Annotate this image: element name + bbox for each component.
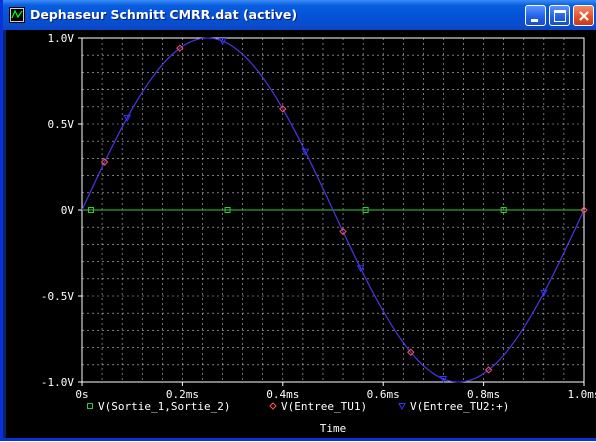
x-axis-label: Time	[320, 422, 347, 435]
legend-label: V(Entree_TU2:+)	[410, 400, 509, 413]
waveform-chart[interactable]: 0s0.2ms0.4ms0.6ms0.8ms1.0ms1.0V0.5V0V-0.…	[6, 30, 596, 438]
window-title: Dephaseur Schmitt CMRR.dat (active)	[30, 7, 298, 22]
plot-area[interactable]: 0s0.2ms0.4ms0.6ms0.8ms1.0ms1.0V0.5V0V-0.…	[6, 30, 596, 438]
legend-item-entree-tu2[interactable]: V(Entree_TU2:+)	[398, 400, 509, 413]
x-tick-label: 0.6ms	[367, 388, 400, 401]
y-tick-label: 1.0V	[48, 32, 75, 45]
probe-window: Dephaseur Schmitt CMRR.dat (active) 0s 0.…	[0, 0, 596, 441]
legend-marker	[87, 403, 93, 409]
minimize-button[interactable]	[525, 5, 546, 26]
legend-item-entree-tu1[interactable]: V(Entree_TU1)	[269, 400, 367, 413]
x-tick-label: 0s	[75, 388, 88, 401]
y-tick-label: 0.5V	[48, 118, 75, 131]
legend-label: V(Entree_TU1)	[281, 400, 367, 413]
legend-marker	[398, 403, 406, 411]
y-tick-label: 0V	[61, 204, 75, 217]
y-tick-label: -0.5V	[41, 290, 74, 303]
legend-item-sortie[interactable]: V(Sortie_1,Sortie_2)	[87, 400, 231, 413]
minimize-icon	[531, 19, 538, 22]
axes	[78, 37, 585, 386]
maximize-button[interactable]	[549, 5, 570, 26]
close-icon	[579, 11, 589, 21]
legend-label: V(Sortie_1,Sortie_2)	[98, 400, 230, 413]
tick-labels: 0s0.2ms0.4ms0.6ms0.8ms1.0ms1.0V0.5V0V-0.…	[41, 32, 596, 401]
close-button[interactable]	[573, 5, 594, 26]
x-tick-label: 1.0ms	[567, 388, 596, 401]
app-icon[interactable]	[9, 7, 25, 23]
maximize-icon	[554, 10, 566, 22]
legend-marker	[269, 402, 277, 410]
legend[interactable]: V(Sortie_1,Sortie_2) V(Entree_TU1) V(Entre…	[87, 400, 510, 413]
title-bar[interactable]: Dephaseur Schmitt CMRR.dat (active)	[3, 0, 596, 30]
y-tick-label: -1.0V	[41, 376, 74, 389]
